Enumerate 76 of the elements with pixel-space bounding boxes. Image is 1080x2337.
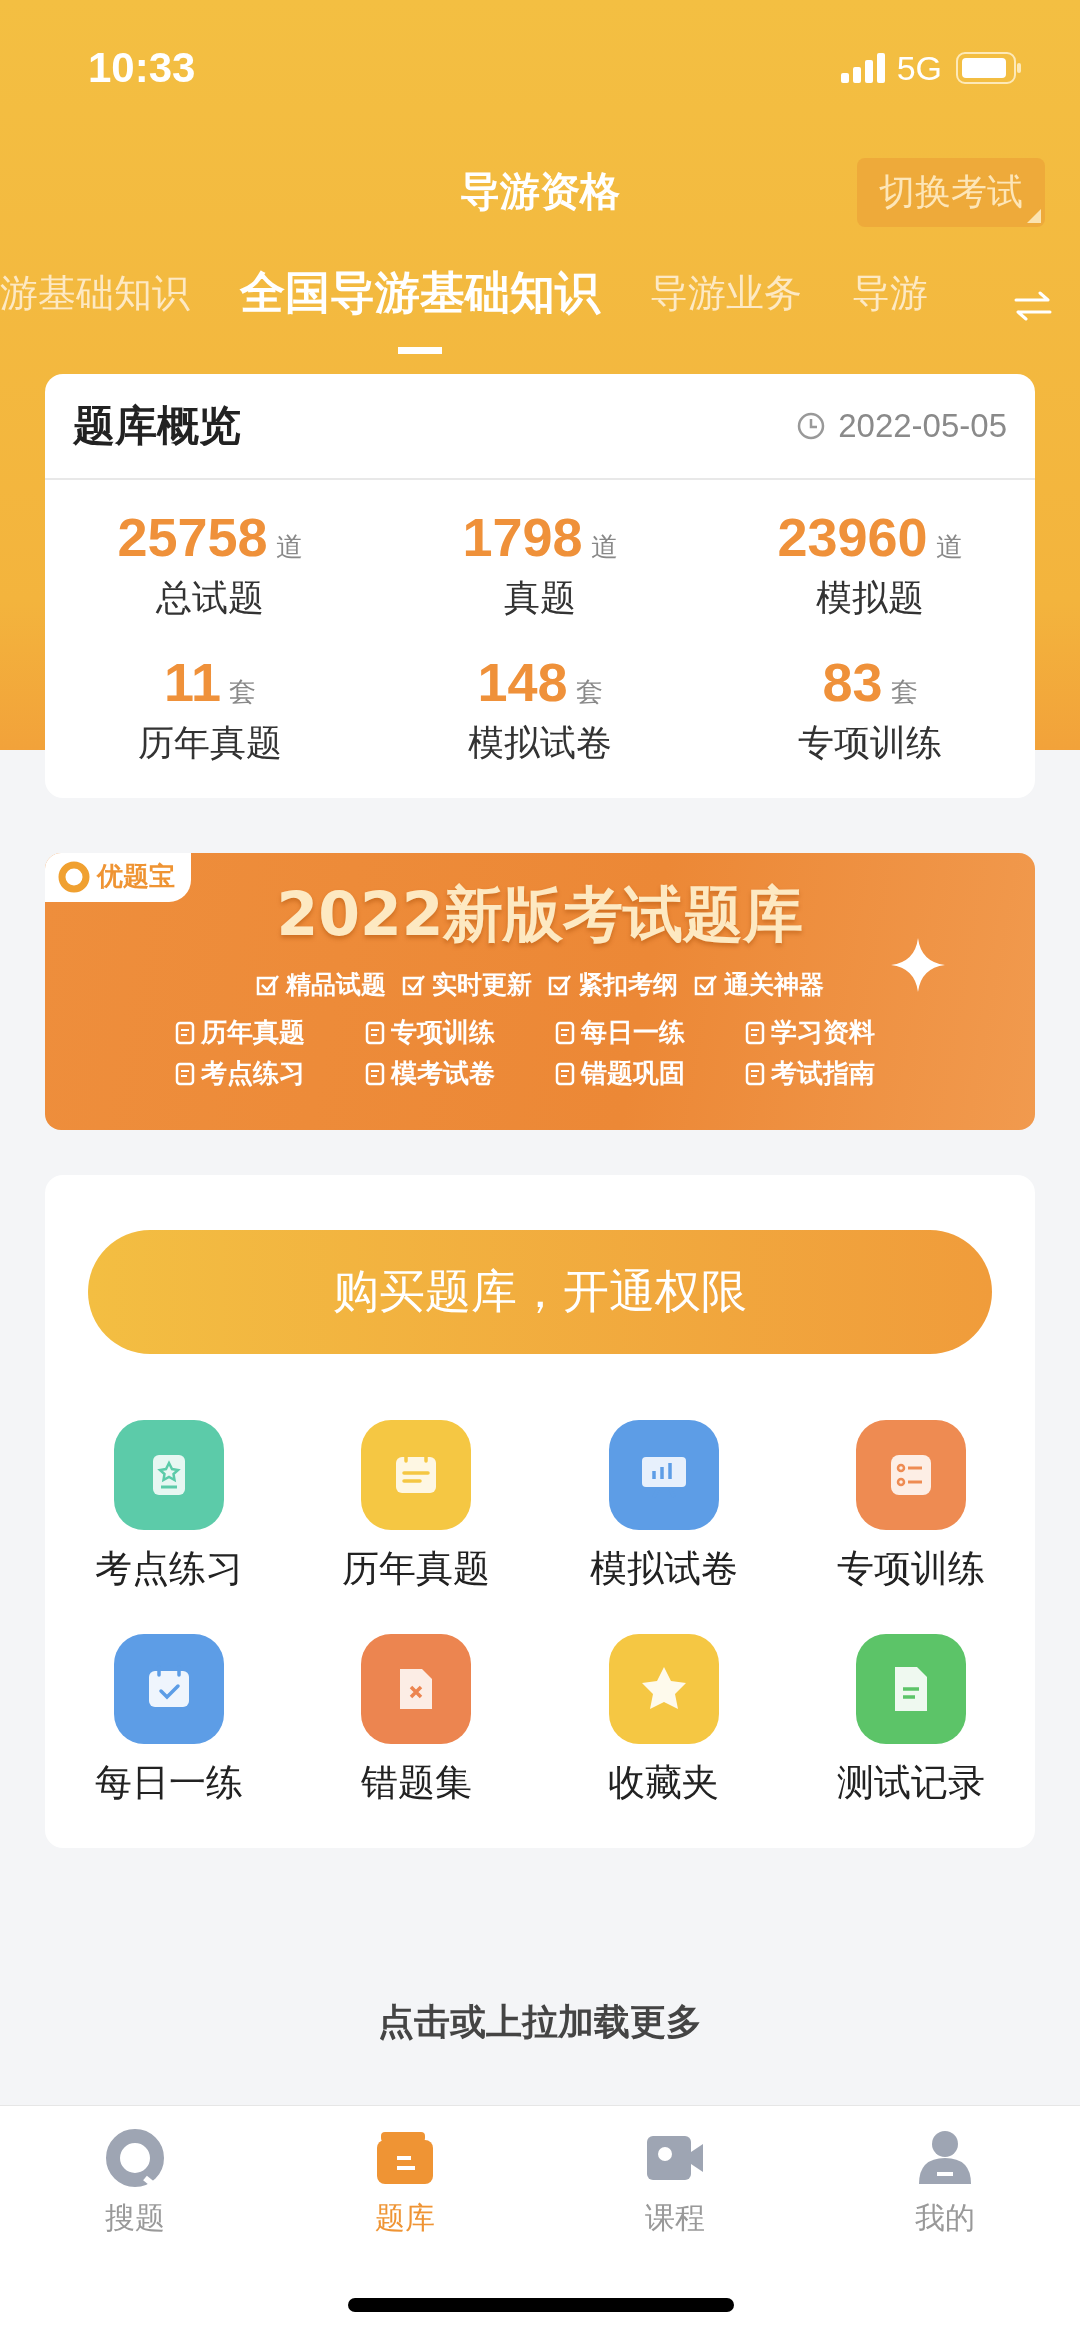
checkbox-icon xyxy=(256,973,280,996)
stat-unit: 套 xyxy=(575,675,603,709)
status-time: 10:33 xyxy=(88,44,197,92)
tab-bar-item[interactable]: 搜题 xyxy=(0,2106,270,2276)
feature-item[interactable]: 历年真题 xyxy=(292,1420,540,1594)
stat-label: 真题 xyxy=(504,576,576,620)
feature-item[interactable]: 每日一练 xyxy=(45,1634,293,1808)
swap-icon[interactable] xyxy=(1014,291,1052,321)
banner-tag: 实时更新 xyxy=(432,968,532,1001)
banner-item: 错题巩固 xyxy=(581,1057,685,1090)
checkbox-icon xyxy=(694,973,718,996)
feature-item[interactable]: 收藏夹 xyxy=(540,1634,788,1808)
stat-unit: 套 xyxy=(229,675,257,709)
banner-tag: 通关神器 xyxy=(724,968,824,1001)
stat-number: 11 xyxy=(163,651,222,713)
promo-banner[interactable]: 优题宝 2022新版考试题库 精品试题 实时更新 紧扣考纲 通关神器 历年真题 专项训练 每日一练 学习资料 考点练习 模考试卷 错题巩固 考试指南 xyxy=(45,853,1035,1130)
stat-unit: 道 xyxy=(590,530,618,564)
subject-tab[interactable]: 全国导游基础知识 xyxy=(240,258,600,354)
stat-number: 1798 xyxy=(462,506,583,568)
brand-name: 优题宝 xyxy=(97,860,175,893)
stat-number: 83 xyxy=(822,651,883,713)
banner-item: 考试指南 xyxy=(771,1057,875,1090)
subject-tab[interactable]: 游基础知识 xyxy=(0,258,190,354)
stat-unit: 套 xyxy=(890,675,918,709)
document-icon xyxy=(365,1061,385,1086)
banner-item: 模考试卷 xyxy=(391,1057,495,1090)
stat-label: 模拟试卷 xyxy=(468,721,612,765)
feature-item[interactable]: 模拟试卷 xyxy=(540,1420,788,1594)
feature-item[interactable]: 测试记录 xyxy=(787,1634,1035,1808)
switch-exam-button[interactable]: 切换考试 xyxy=(857,158,1045,227)
banner-headline: 2022新版考试题库 xyxy=(276,878,804,951)
tab-bar-item[interactable]: 课程 xyxy=(540,2106,810,2276)
stat-unit: 道 xyxy=(935,530,963,564)
tab-bar-item[interactable]: 题库 xyxy=(270,2106,540,2276)
load-more-text: 点击或上拉加载更多 xyxy=(378,2000,702,2044)
brand-logo-icon xyxy=(57,859,91,894)
feature-item[interactable]: 考点练习 xyxy=(45,1420,293,1594)
signal-icon xyxy=(840,53,887,83)
update-date: 2022-05-05 xyxy=(838,407,1007,445)
feature-item[interactable]: 专项训练 xyxy=(787,1420,1035,1594)
banner-tag: 精品试题 xyxy=(286,968,386,1001)
stat-number: 25758 xyxy=(117,506,268,568)
network-label: 5G xyxy=(896,48,942,88)
battery-icon xyxy=(956,52,1022,84)
document-icon xyxy=(555,1061,575,1086)
banner-item: 历年真题 xyxy=(201,1016,305,1049)
stat-label: 专项训练 xyxy=(798,721,942,765)
page-title: 导游资格 xyxy=(460,166,620,216)
stat-number: 23960 xyxy=(777,506,928,568)
banner-tag: 紧扣考纲 xyxy=(578,968,678,1001)
subject-tab[interactable]: 导游业务 xyxy=(650,258,802,354)
stat-unit: 道 xyxy=(275,530,303,564)
buy-button[interactable]: 购买题库，开通权限 xyxy=(88,1230,992,1354)
feature-item[interactable]: 错题集 xyxy=(292,1634,540,1808)
banner-item: 考点练习 xyxy=(201,1057,305,1090)
banner-item: 每日一练 xyxy=(581,1016,685,1049)
clock-icon xyxy=(796,411,827,441)
document-icon xyxy=(175,1020,195,1045)
checkbox-icon xyxy=(402,973,426,996)
banner-item: 专项训练 xyxy=(391,1016,495,1049)
document-icon xyxy=(365,1020,385,1045)
tab-bar-item[interactable]: 我的 xyxy=(810,2106,1080,2276)
document-icon xyxy=(745,1061,765,1086)
document-icon xyxy=(745,1020,765,1045)
search-icon xyxy=(105,2128,165,2188)
document-icon xyxy=(555,1020,575,1045)
stat-label: 总试题 xyxy=(156,576,264,620)
stat-label: 历年真题 xyxy=(138,721,282,765)
checkbox-icon xyxy=(548,973,572,996)
document-icon xyxy=(175,1061,195,1086)
overview-title: 题库概览 xyxy=(73,400,242,452)
sparkle-icon xyxy=(891,938,945,992)
subject-tab[interactable]: 导游 xyxy=(852,258,928,354)
stat-label: 模拟题 xyxy=(816,576,924,620)
stat-number: 148 xyxy=(477,651,568,713)
banner-item: 学习资料 xyxy=(771,1016,875,1049)
